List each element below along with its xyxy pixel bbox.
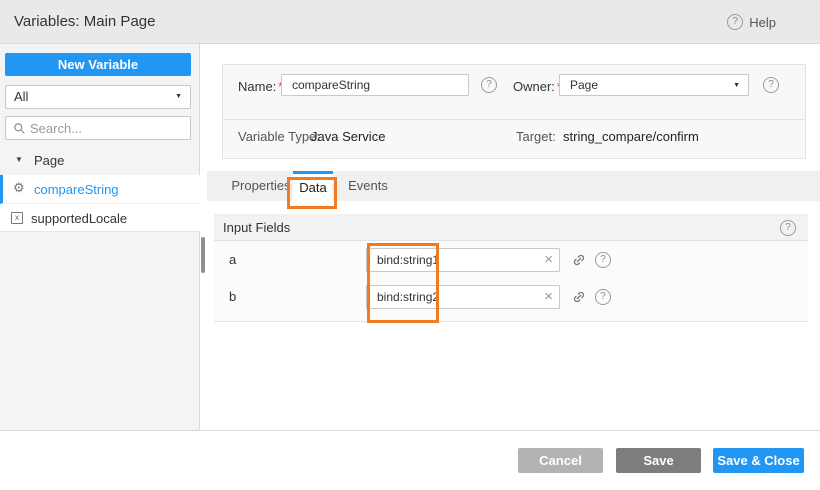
variable-filter-select[interactable]: All ▼	[5, 85, 191, 109]
tab-data[interactable]: Data	[293, 171, 333, 201]
footer-divider	[0, 430, 820, 431]
tree-item-label: supportedLocale	[31, 211, 127, 226]
cancel-button[interactable]: Cancel	[518, 448, 603, 473]
help-label: Help	[749, 15, 776, 30]
input-fields-header: Input Fields ?	[214, 214, 808, 241]
tree-collapse-icon[interactable]: ▼	[15, 155, 23, 164]
variable-type-value: Java Service	[311, 129, 385, 144]
target-label: Target:	[516, 129, 556, 144]
bind-input-wrap: ×	[366, 248, 560, 272]
link-icon[interactable]	[568, 249, 591, 272]
input-fields-help-icon[interactable]: ?	[780, 220, 796, 236]
help-circle-icon: ?	[727, 14, 743, 30]
variable-search	[5, 116, 191, 140]
chevron-down-icon: ▼	[733, 75, 740, 97]
owner-help-icon[interactable]: ?	[763, 77, 779, 93]
variable-type-label: Variable Type:	[238, 129, 320, 144]
sidebar-item-supportedlocale[interactable]: x supportedLocale	[0, 204, 200, 232]
input-field-row-a: a × ?	[214, 241, 808, 279]
tab-events[interactable]: Events	[342, 171, 394, 201]
field-label: a	[229, 241, 236, 279]
sidebar-item-comparestring[interactable]: ⚙ compareString	[0, 175, 200, 204]
name-label: Name:*	[238, 79, 283, 94]
tab-properties[interactable]: Properties	[222, 171, 300, 201]
bind-input-wrap: ×	[366, 285, 560, 309]
service-gear-icon: ⚙	[13, 181, 25, 194]
tree-group-page[interactable]: ▼ Page	[0, 148, 200, 174]
variables-sidebar: New Variable All ▼ ▼ Page ⚙ compareStrin…	[0, 44, 200, 430]
sidebar-scrollbar-thumb[interactable]	[201, 237, 205, 273]
input-fields-body: a × ? b × ?	[214, 241, 808, 322]
input-fields-panel: Input Fields ? a × ? b ×	[214, 214, 808, 322]
panel-divider	[223, 119, 805, 120]
field-label: b	[229, 278, 236, 316]
bind-field-a[interactable]	[366, 248, 560, 272]
help-button[interactable]: ? Help	[727, 0, 776, 44]
input-field-row-b: b × ?	[214, 278, 808, 316]
detail-tabbar: Properties Data Events	[207, 171, 820, 201]
page-title: Variables: Main Page	[14, 0, 155, 44]
link-icon[interactable]	[568, 286, 591, 309]
filter-selected-value: All	[14, 89, 28, 104]
name-help-icon[interactable]: ?	[481, 77, 497, 93]
locale-variable-icon: x	[11, 212, 23, 224]
save-and-close-button[interactable]: Save & Close	[713, 448, 804, 473]
field-help-icon[interactable]: ?	[595, 289, 611, 305]
name-field[interactable]	[281, 74, 469, 96]
input-fields-title: Input Fields	[223, 214, 290, 241]
owner-selected-value: Page	[570, 78, 598, 92]
chevron-down-icon: ▼	[175, 86, 182, 108]
search-input[interactable]	[30, 117, 188, 139]
field-help-icon[interactable]: ?	[595, 252, 611, 268]
owner-label: Owner:*	[513, 79, 562, 94]
clear-icon[interactable]: ×	[544, 248, 553, 272]
bind-field-b[interactable]	[366, 285, 560, 309]
new-variable-button[interactable]: New Variable	[5, 53, 191, 76]
target-value: string_compare/confirm	[563, 129, 699, 144]
tree-item-label: compareString	[34, 182, 119, 197]
clear-icon[interactable]: ×	[544, 285, 553, 309]
variables-dialog: Variables: Main Page ? Help New Variable…	[0, 0, 820, 490]
search-icon	[13, 122, 26, 135]
tree-group-label: Page	[34, 153, 64, 168]
save-button[interactable]: Save	[616, 448, 701, 473]
dialog-header: Variables: Main Page ? Help	[0, 0, 820, 44]
variable-summary-panel: Name:* ? Owner:* Page ▼ ? Variable Type:…	[222, 64, 806, 159]
owner-select[interactable]: Page ▼	[559, 74, 749, 96]
